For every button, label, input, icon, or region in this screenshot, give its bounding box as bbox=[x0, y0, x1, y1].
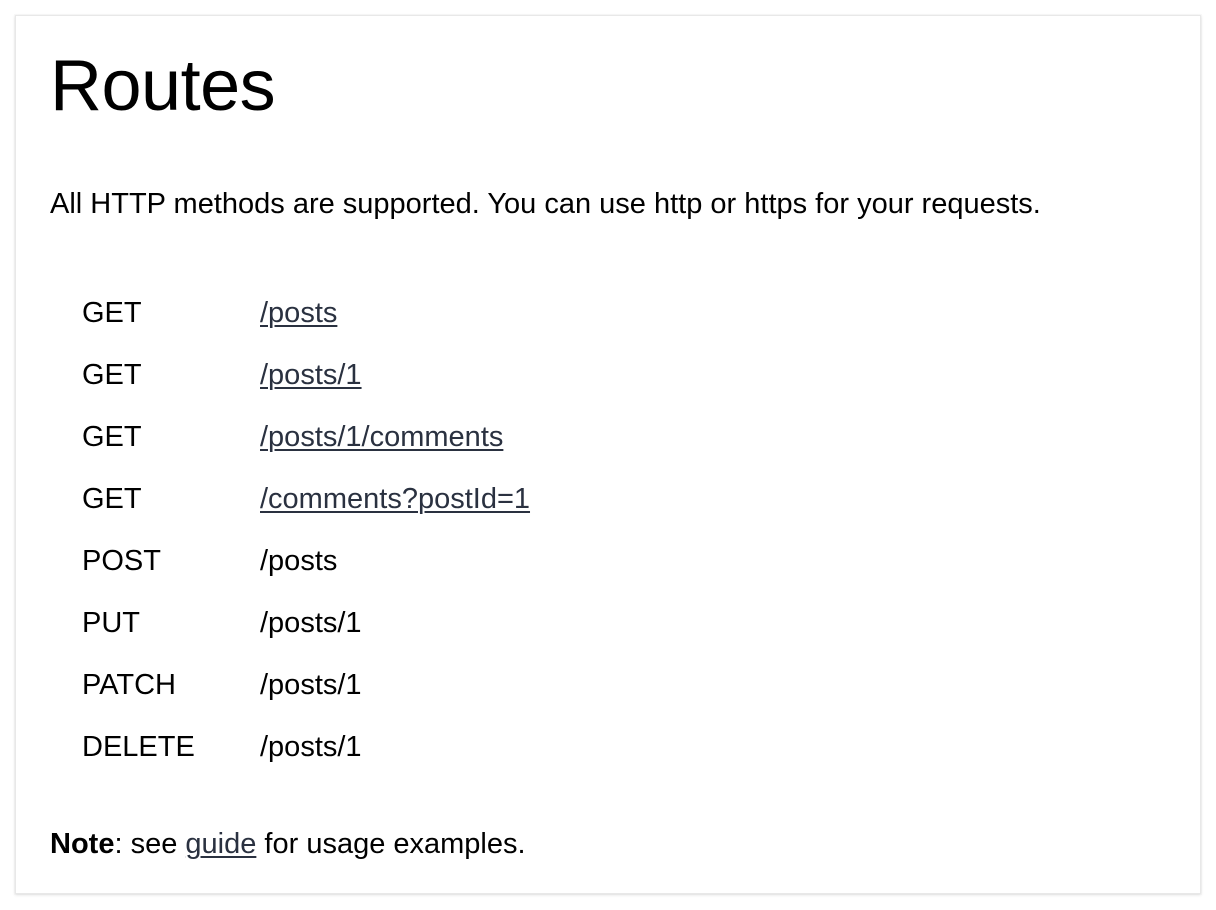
route-link-posts[interactable]: /posts bbox=[260, 297, 337, 329]
route-link-post-1[interactable]: /posts/1 bbox=[260, 359, 362, 391]
route-row: PATCH /posts/1 bbox=[82, 654, 530, 716]
page-title: Routes bbox=[50, 46, 276, 126]
route-row: PUT /posts/1 bbox=[82, 592, 530, 654]
route-method: GET bbox=[82, 359, 142, 391]
route-method: GET bbox=[82, 421, 142, 453]
intro-text: All HTTP methods are supported. You can … bbox=[50, 188, 1041, 220]
route-path: /posts bbox=[260, 545, 338, 577]
route-path: /posts/1 bbox=[260, 607, 362, 639]
route-method: GET bbox=[82, 297, 142, 329]
routes-card: Routes All HTTP methods are supported. Y… bbox=[15, 15, 1201, 894]
usage-note: Note: see guide for usage examples. bbox=[50, 826, 526, 862]
note-label: Note bbox=[50, 828, 115, 860]
route-method: PATCH bbox=[82, 669, 176, 701]
route-method: POST bbox=[82, 545, 161, 577]
route-link-post-1-comments[interactable]: /posts/1/comments bbox=[260, 421, 503, 453]
route-row: GET /posts/1 bbox=[82, 344, 530, 406]
route-link-comments-by-post[interactable]: /comments?postId=1 bbox=[260, 483, 530, 515]
route-row: DELETE /posts/1 bbox=[82, 716, 530, 778]
route-method: PUT bbox=[82, 607, 140, 639]
note-suffix: for usage examples. bbox=[256, 828, 526, 860]
route-path: /posts/1 bbox=[260, 669, 362, 701]
route-row: GET /comments?postId=1 bbox=[82, 468, 530, 530]
route-method: DELETE bbox=[82, 731, 195, 763]
route-method: GET bbox=[82, 483, 142, 515]
route-row: GET /posts bbox=[82, 282, 530, 344]
route-row: POST /posts bbox=[82, 530, 530, 592]
guide-link[interactable]: guide bbox=[185, 828, 256, 860]
route-path: /posts/1 bbox=[260, 731, 362, 763]
note-prefix: : see bbox=[114, 828, 186, 860]
route-row: GET /posts/1/comments bbox=[82, 406, 530, 468]
routes-table: GET /posts GET /posts/1 GET /posts/1/com… bbox=[82, 282, 530, 778]
